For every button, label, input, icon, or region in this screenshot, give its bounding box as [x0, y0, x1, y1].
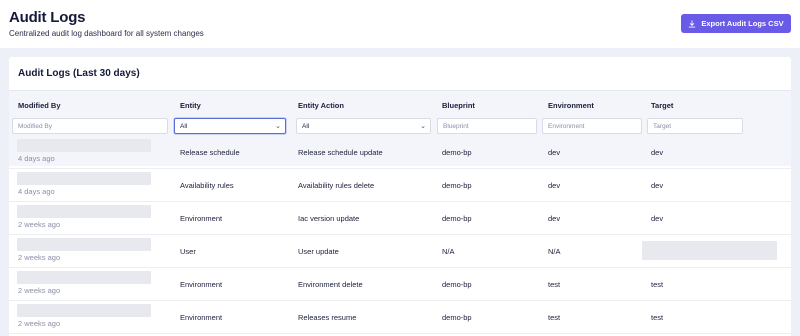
- blueprint-filter-input[interactable]: Blueprint: [437, 118, 537, 134]
- entity-filter-value: All: [180, 122, 188, 130]
- chevron-down-icon: ⌄: [420, 123, 426, 130]
- page-header: Audit Logs Centralized audit log dashboa…: [0, 0, 800, 48]
- table-row[interactable]: 2 weeks ago Environment Iac version upda…: [9, 202, 791, 235]
- row-blueprint: demo-bp: [442, 214, 472, 223]
- row-target: test: [651, 280, 664, 289]
- column-header-entity: Entity: [180, 101, 201, 110]
- row-environment: test: [548, 280, 561, 289]
- page-subtitle: Centralized audit log dashboard for all …: [9, 29, 204, 38]
- environment-filter-input[interactable]: Environment: [542, 118, 642, 134]
- user-avatar-placeholder: [17, 172, 151, 185]
- row-environment: dev: [548, 214, 561, 223]
- user-avatar-placeholder: [17, 139, 151, 152]
- row-entity: Environment: [180, 313, 223, 322]
- column-header-target: Target: [651, 101, 674, 110]
- column-header-entity-action: Entity Action: [298, 101, 344, 110]
- table-row[interactable]: 4 days ago Release schedule Release sche…: [9, 136, 791, 169]
- row-action: User update: [298, 247, 339, 256]
- user-avatar-placeholder: [17, 271, 151, 284]
- row-blueprint: demo-bp: [442, 313, 472, 322]
- row-target: test: [651, 313, 664, 322]
- row-time: 2 weeks ago: [18, 286, 61, 295]
- download-icon: [689, 19, 696, 27]
- user-avatar-placeholder: [17, 304, 151, 317]
- export-csv-button[interactable]: Export Audit Logs CSV: [681, 14, 791, 33]
- row-entity: Release schedule: [180, 148, 240, 157]
- user-avatar-placeholder: [17, 205, 151, 218]
- target-filter-input[interactable]: Target: [647, 118, 743, 134]
- row-entity: Environment: [180, 280, 223, 289]
- row-time: 2 weeks ago: [18, 253, 61, 262]
- row-action: Release schedule update: [298, 148, 383, 157]
- row-blueprint: demo-bp: [442, 181, 472, 190]
- row-time: 4 days ago: [18, 187, 55, 196]
- export-csv-label: Export Audit Logs CSV: [701, 19, 784, 28]
- card-title: Audit Logs (Last 30 days): [18, 68, 140, 79]
- row-time: 2 weeks ago: [18, 319, 61, 328]
- row-environment: N/A: [548, 247, 561, 256]
- user-avatar-placeholder: [17, 238, 151, 251]
- row-environment: test: [548, 313, 561, 322]
- row-entity: User: [180, 247, 196, 256]
- entity-action-filter-value: All: [302, 122, 310, 130]
- audit-logs-card: Audit Logs (Last 30 days) Modified By En…: [9, 57, 791, 336]
- column-header-environment: Environment: [548, 101, 594, 110]
- column-header-blueprint: Blueprint: [442, 101, 475, 110]
- chevron-down-icon: ⌄: [275, 123, 281, 130]
- row-action: Availability rules delete: [298, 181, 375, 190]
- row-target: dev: [651, 214, 664, 223]
- row-action: Releases resume: [298, 313, 357, 322]
- table-row[interactable]: 2 weeks ago Environment Releases resume …: [9, 301, 791, 334]
- row-action: Environment delete: [298, 280, 363, 289]
- entity-filter-select[interactable]: All ⌄: [174, 118, 286, 134]
- row-action: Iac version update: [298, 214, 360, 223]
- row-target: dev: [651, 148, 664, 157]
- row-entity: Environment: [180, 214, 223, 223]
- row-blueprint: N/A: [442, 247, 455, 256]
- modified-by-filter-input[interactable]: Modified By: [12, 118, 168, 134]
- row-entity: Availability rules: [180, 181, 234, 190]
- table-row[interactable]: 2 weeks ago User User update N/A N/A: [9, 235, 791, 268]
- target-placeholder: [642, 241, 777, 260]
- row-environment: dev: [548, 181, 561, 190]
- row-blueprint: demo-bp: [442, 280, 472, 289]
- table-row[interactable]: 4 days ago Availability rules Availabili…: [9, 169, 791, 202]
- row-time: 2 weeks ago: [18, 220, 61, 229]
- row-environment: dev: [548, 148, 561, 157]
- table-row[interactable]: 2 weeks ago Environment Environment dele…: [9, 268, 791, 301]
- entity-action-filter-select[interactable]: All ⌄: [296, 118, 431, 134]
- row-time: 4 days ago: [18, 154, 55, 163]
- page-title: Audit Logs: [9, 9, 86, 26]
- row-blueprint: demo-bp: [442, 148, 472, 157]
- column-header-modified-by: Modified By: [18, 101, 61, 110]
- row-target: dev: [651, 181, 664, 190]
